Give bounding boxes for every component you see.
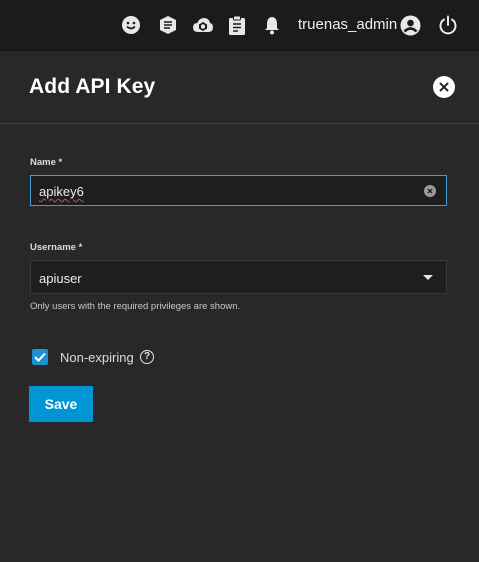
username-select-value: apiuser: [39, 271, 82, 286]
username-label[interactable]: truenas_admin: [298, 16, 397, 33]
save-button[interactable]: Save: [29, 386, 93, 422]
panel-header: Add API Key: [0, 51, 479, 124]
account-circle-icon[interactable]: [399, 14, 421, 36]
truenas-cloud-icon[interactable]: [192, 14, 214, 36]
check-icon: [34, 352, 46, 362]
clear-icon[interactable]: [424, 185, 436, 197]
username-field-label: Username *: [30, 242, 83, 253]
name-field-label: Name *: [30, 157, 63, 168]
name-field-value[interactable]: apikey6: [39, 184, 84, 199]
name-field[interactable]: apikey6: [30, 175, 447, 206]
username-select[interactable]: apiuser: [30, 260, 447, 294]
bell-icon[interactable]: [261, 14, 283, 36]
clipboard-tasks-icon[interactable]: [226, 14, 248, 36]
help-icon[interactable]: ?: [140, 350, 154, 364]
smiley-feedback-icon[interactable]: [120, 14, 142, 36]
chevron-down-icon[interactable]: [423, 275, 433, 280]
close-button[interactable]: [433, 76, 455, 98]
power-icon[interactable]: [437, 14, 459, 36]
truecommand-icon[interactable]: [157, 14, 179, 36]
close-icon: [439, 82, 449, 92]
page-title: Add API Key: [29, 75, 156, 98]
non-expiring-label[interactable]: Non-expiring: [60, 350, 134, 365]
non-expiring-checkbox[interactable]: [32, 349, 48, 365]
top-toolbar: truenas_admin: [0, 0, 479, 51]
username-hint: Only users with the required privileges …: [30, 301, 241, 312]
